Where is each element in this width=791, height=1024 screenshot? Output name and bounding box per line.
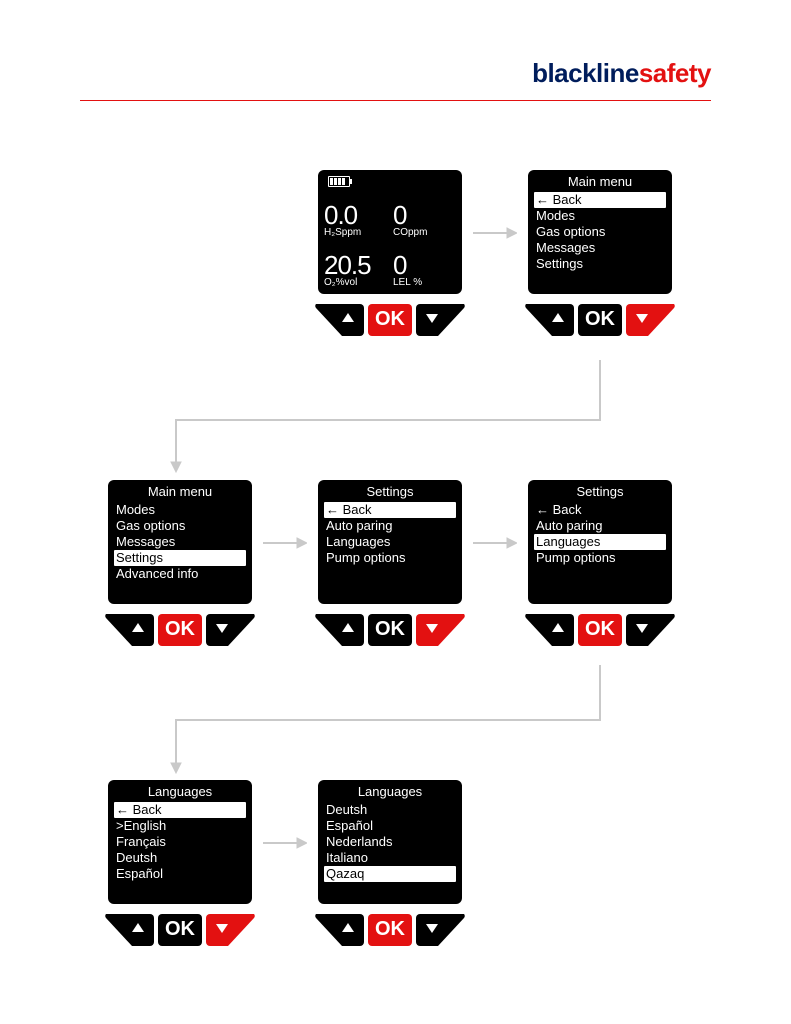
menu-item[interactable]: Français (114, 834, 246, 850)
keypad: OK (520, 302, 680, 346)
menu-title: Languages (324, 784, 456, 800)
menu-screen: Languages DeutshEspañolNederlandsItaliano… (318, 780, 462, 904)
flow-arrow (170, 665, 610, 775)
menu-item[interactable]: Deutsh (324, 802, 456, 818)
brand-part1: blackline (532, 58, 639, 88)
menu-item[interactable]: Auto paring (534, 518, 666, 534)
keypad-svg (520, 302, 680, 346)
keypad-svg (310, 302, 470, 346)
menu-screen: Main menu ModesGas optionsMessagesSetting… (108, 480, 252, 604)
menu-item[interactable]: Settings (114, 550, 246, 566)
menu-item[interactable]: Languages (534, 534, 666, 550)
menu-item[interactable]: Pump options (534, 550, 666, 566)
sensor-screen: 0.0 H₂Sppm 0 COppm 20.5 O₂%vol 0 LEL % (318, 170, 462, 294)
device-step-7: Languages DeutshEspañolNederlandsItaliano… (310, 780, 470, 956)
keypad-svg (520, 612, 680, 656)
flow-arrow (473, 226, 517, 240)
header-rule (80, 100, 711, 101)
menu-item[interactable]: Qazaq (324, 866, 456, 882)
keypad: OK (310, 912, 470, 956)
keypad-svg (310, 912, 470, 956)
device-step-3: Main menu ModesGas optionsMessagesSetting… (100, 480, 260, 656)
device-step-4: Settings ← BackAuto paringLanguagesPump o… (310, 480, 470, 656)
menu-screen: Settings ← BackAuto paringLanguagesPump o… (318, 480, 462, 604)
flow-arrow (473, 536, 517, 550)
menu-item[interactable]: Deutsh (114, 850, 246, 866)
device-step-1: 0.0 H₂Sppm 0 COppm 20.5 O₂%vol 0 LEL % (310, 170, 470, 346)
menu-item[interactable]: Pump options (324, 550, 456, 566)
device-step-2: Main menu ← BackModesGas optionsMessagesS… (520, 170, 680, 346)
menu-title: Settings (534, 484, 666, 500)
keypad-svg (100, 612, 260, 656)
menu-item[interactable]: ← Back (114, 802, 246, 818)
menu-item[interactable]: Español (114, 866, 246, 882)
menu-item[interactable]: ← Back (324, 502, 456, 518)
keypad-svg (100, 912, 260, 956)
flow-arrow (170, 360, 610, 475)
menu-screen: Main menu ← BackModesGas optionsMessagesS… (528, 170, 672, 294)
menu-item[interactable]: Modes (114, 502, 246, 518)
menu-item[interactable]: Advanced info (114, 566, 246, 582)
sensor-co: 0 COppm (393, 188, 456, 238)
keypad: OK (310, 302, 470, 346)
keypad: OK (520, 612, 680, 656)
menu-item[interactable]: Español (324, 818, 456, 834)
keypad: OK (100, 912, 260, 956)
menu-title: Languages (114, 784, 246, 800)
flow-arrow (263, 536, 307, 550)
menu-item[interactable]: Gas options (114, 518, 246, 534)
menu-title: Main menu (534, 174, 666, 190)
menu-item[interactable]: Settings (534, 256, 666, 272)
menu-item[interactable]: Gas options (534, 224, 666, 240)
menu-item[interactable]: Messages (534, 240, 666, 256)
menu-item[interactable]: Languages (324, 534, 456, 550)
menu-item[interactable]: >English (114, 818, 246, 834)
brand-part2: safety (639, 58, 711, 88)
page: blacklinesafety 0.0 H₂Sppm 0 COppm 20.5 … (0, 0, 791, 1024)
sensor-lel: 0 LEL % (393, 238, 456, 288)
keypad-svg (310, 612, 470, 656)
sensor-o2: 20.5 O₂%vol (324, 238, 387, 288)
menu-title: Main menu (114, 484, 246, 500)
menu-title: Settings (324, 484, 456, 500)
battery-icon (324, 174, 456, 188)
keypad: OK (310, 612, 470, 656)
device-step-6: Languages ← Back>EnglishFrançaisDeutshEsp… (100, 780, 260, 956)
menu-item[interactable]: ← Back (534, 502, 666, 518)
menu-item[interactable]: Nederlands (324, 834, 456, 850)
flow-arrow (263, 836, 307, 850)
keypad: OK (100, 612, 260, 656)
menu-item[interactable]: Italiano (324, 850, 456, 866)
brand-logo: blacklinesafety (532, 58, 711, 89)
menu-item[interactable]: ← Back (534, 192, 666, 208)
menu-item[interactable]: Messages (114, 534, 246, 550)
menu-screen: Settings ← BackAuto paringLanguagesPump o… (528, 480, 672, 604)
sensor-h2s: 0.0 H₂Sppm (324, 188, 387, 238)
menu-item[interactable]: Modes (534, 208, 666, 224)
menu-screen: Languages ← Back>EnglishFrançaisDeutshEsp… (108, 780, 252, 904)
device-step-5: Settings ← BackAuto paringLanguagesPump o… (520, 480, 680, 656)
menu-item[interactable]: Auto paring (324, 518, 456, 534)
